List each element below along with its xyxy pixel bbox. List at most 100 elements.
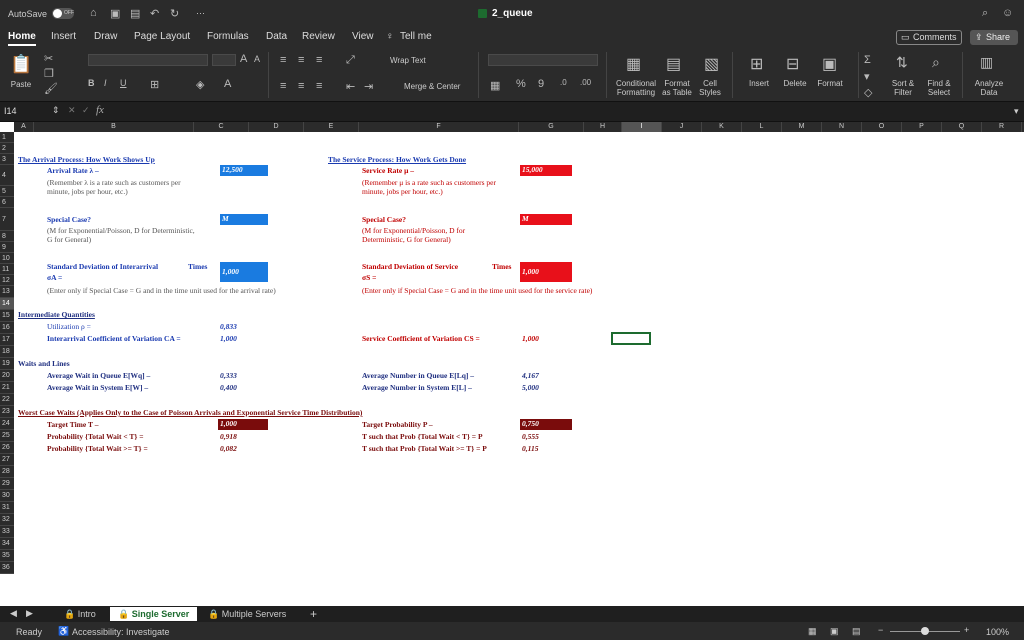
- name-box[interactable]: I14: [4, 105, 48, 118]
- orientation-icon[interactable]: ⤢: [346, 54, 355, 67]
- row-header-8[interactable]: 8: [0, 231, 14, 242]
- row-header-23[interactable]: 23: [0, 406, 14, 418]
- column-header-b[interactable]: B: [34, 122, 194, 132]
- special-case-arrival-input[interactable]: M: [220, 214, 268, 225]
- tab-view[interactable]: View: [352, 31, 374, 42]
- row-header-21[interactable]: 21: [0, 382, 14, 394]
- column-header-a[interactable]: A: [14, 122, 34, 132]
- format-as-table-icon[interactable]: ▤: [666, 54, 681, 74]
- column-header-h[interactable]: H: [584, 122, 622, 132]
- row-header-33[interactable]: 33: [0, 526, 14, 538]
- bold-button[interactable]: B: [88, 78, 95, 88]
- sort-filter-icon[interactable]: ⇅: [896, 54, 908, 71]
- format-cells-icon[interactable]: ▣: [822, 54, 837, 74]
- accounting-icon[interactable]: ▦: [490, 79, 500, 92]
- column-header-c[interactable]: C: [194, 122, 249, 132]
- insert-cells-icon[interactable]: ⊞: [750, 54, 763, 74]
- column-header-p[interactable]: P: [902, 122, 942, 132]
- tab-data[interactable]: Data: [266, 31, 287, 42]
- enter-icon[interactable]: ✓: [82, 105, 90, 116]
- font-name-dropdown[interactable]: [88, 54, 208, 66]
- align-right-icon[interactable]: ≡: [316, 80, 322, 92]
- find-select-icon[interactable]: ⌕: [932, 54, 940, 71]
- zoom-out-button[interactable]: −: [878, 625, 883, 635]
- row-header-3[interactable]: 3: [0, 154, 14, 165]
- font-color-icon[interactable]: A: [224, 78, 231, 90]
- column-header-q[interactable]: Q: [942, 122, 982, 132]
- conditional-formatting-icon[interactable]: ▦: [626, 54, 641, 74]
- row-header-13[interactable]: 13: [0, 286, 14, 298]
- increase-decimal-icon[interactable]: .0: [560, 78, 567, 87]
- save-icon[interactable]: ▣: [110, 7, 120, 20]
- tab-page-layout[interactable]: Page Layout: [134, 31, 190, 42]
- arrival-rate-input[interactable]: 12,500: [220, 165, 268, 176]
- sheet-tab-multiple-servers[interactable]: 🔒 Multiple Servers: [200, 607, 294, 621]
- column-header-d[interactable]: D: [249, 122, 304, 132]
- cancel-icon[interactable]: ✕: [68, 105, 76, 116]
- sd-service-input[interactable]: 1,000: [520, 262, 572, 282]
- column-header-o[interactable]: O: [862, 122, 902, 132]
- row-header-11[interactable]: 11: [0, 264, 14, 275]
- fill-icon[interactable]: ▾: [864, 70, 870, 83]
- tell-me[interactable]: Tell me: [400, 31, 432, 42]
- page-break-view-icon[interactable]: ▤: [852, 626, 861, 637]
- redo-icon[interactable]: ↻: [170, 7, 179, 20]
- next-sheet-icon[interactable]: ▶: [26, 608, 33, 619]
- prev-sheet-icon[interactable]: ◀: [10, 608, 17, 619]
- row-header-2[interactable]: 2: [0, 143, 14, 154]
- column-header-g[interactable]: G: [519, 122, 584, 132]
- align-middle-icon[interactable]: ≡: [298, 54, 304, 66]
- sd-arrival-input[interactable]: 1,000: [220, 262, 268, 282]
- column-header-f[interactable]: F: [359, 122, 519, 132]
- column-header-r[interactable]: R: [982, 122, 1022, 132]
- row-header-20[interactable]: 20: [0, 370, 14, 382]
- column-header-l[interactable]: L: [742, 122, 782, 132]
- more-icon[interactable]: ···: [196, 8, 205, 18]
- underline-button[interactable]: U: [120, 78, 127, 88]
- comments-button[interactable]: ▭ Comments: [896, 30, 962, 45]
- comma-button[interactable]: 9: [538, 78, 544, 90]
- delete-cells-icon[interactable]: ⊟: [786, 54, 799, 74]
- page-layout-view-icon[interactable]: ▣: [830, 626, 839, 637]
- row-header-26[interactable]: 26: [0, 442, 14, 454]
- normal-view-icon[interactable]: ▦: [808, 626, 817, 637]
- conditional-formatting-label[interactable]: Conditional Formatting: [612, 79, 660, 97]
- column-header-e[interactable]: E: [304, 122, 359, 132]
- accessibility-status[interactable]: Accessibility: Investigate: [72, 627, 170, 637]
- row-header-7[interactable]: 7: [0, 208, 14, 231]
- format-painter-icon[interactable]: 🖌: [44, 82, 58, 95]
- sheet-tab-intro[interactable]: 🔒 Intro: [56, 607, 104, 621]
- zoom-level[interactable]: 100%: [986, 627, 1009, 637]
- tab-formulas[interactable]: Formulas: [207, 31, 249, 42]
- row-header-29[interactable]: 29: [0, 478, 14, 490]
- cell-styles-icon[interactable]: ▧: [704, 54, 719, 74]
- expand-formula-icon[interactable]: ▾: [1014, 106, 1019, 117]
- formula-input[interactable]: [112, 105, 1012, 118]
- search-icon[interactable]: ⌕: [982, 7, 988, 20]
- cell-styles-label[interactable]: Cell Styles: [696, 79, 724, 97]
- row-header-24[interactable]: 24: [0, 418, 14, 430]
- name-box-stepper-icon[interactable]: ⇕: [52, 105, 60, 116]
- special-case-service-input[interactable]: M: [520, 214, 572, 225]
- copy-icon[interactable]: ❐: [44, 67, 54, 80]
- tab-review[interactable]: Review: [302, 31, 335, 42]
- service-rate-input[interactable]: 15,000: [520, 165, 572, 176]
- merge-center-button[interactable]: Merge & Center: [404, 82, 460, 91]
- fill-color-icon[interactable]: ◈: [196, 78, 204, 91]
- autosave-toggle[interactable]: OFF: [52, 8, 74, 19]
- clear-icon[interactable]: ◇: [864, 86, 872, 99]
- increase-indent-icon[interactable]: ⇥: [364, 80, 373, 93]
- row-header-16[interactable]: 16: [0, 322, 14, 334]
- column-header-j[interactable]: J: [662, 122, 702, 132]
- row-header-10[interactable]: 10: [0, 253, 14, 264]
- fx-icon[interactable]: fx: [96, 104, 104, 116]
- share-button[interactable]: ⇪ Share: [970, 30, 1018, 45]
- align-bottom-icon[interactable]: ≡: [316, 54, 322, 66]
- target-time-input[interactable]: 1,000: [218, 419, 268, 430]
- font-size-dropdown[interactable]: [212, 54, 236, 66]
- row-header-27[interactable]: 27: [0, 454, 14, 466]
- row-header-6[interactable]: 6: [0, 197, 14, 208]
- cut-icon[interactable]: ✂: [44, 52, 53, 65]
- analyze-data-icon[interactable]: ▥: [980, 54, 993, 71]
- borders-icon[interactable]: ⊞: [150, 78, 159, 91]
